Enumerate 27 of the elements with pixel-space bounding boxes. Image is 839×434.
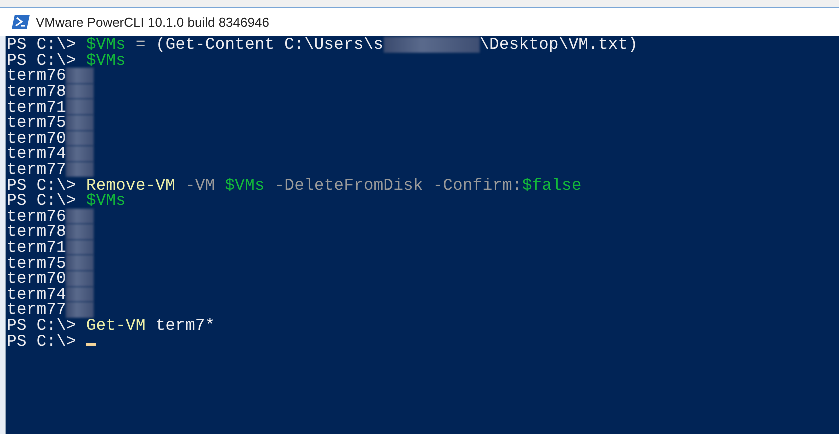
redacted-block — [66, 302, 94, 318]
parameter-text: -VM — [185, 176, 216, 195]
powershell-icon — [12, 15, 30, 29]
redacted-block — [66, 146, 94, 162]
variable-text: $VMs — [86, 191, 126, 210]
redacted-block — [66, 130, 94, 146]
variable-text: $false — [522, 176, 582, 195]
parameter-text: -DeleteFromDisk -Confirm: — [274, 176, 522, 195]
redacted-block — [66, 224, 94, 240]
window-title: VMware PowerCLI 10.1.0 build 8346946 — [36, 14, 270, 30]
cmdlet-text: Get-VM — [86, 316, 146, 335]
redacted-block — [66, 208, 94, 224]
redacted-block — [66, 255, 94, 271]
redacted-block — [66, 84, 94, 100]
redacted-block — [66, 114, 94, 131]
redacted-block — [66, 270, 94, 286]
command-text: (Get-Content C:\Users\s — [156, 36, 384, 54]
variable-text: $VMs — [225, 176, 265, 195]
command-text: term7* — [156, 316, 216, 335]
redacted-block — [66, 162, 94, 178]
command-text: \Desktop\VM.txt) — [480, 36, 638, 54]
redacted-block — [66, 240, 94, 256]
operator-text: = — [136, 36, 146, 54]
redacted-block — [66, 68, 94, 84]
redacted-block — [66, 286, 94, 302]
redacted-block — [66, 99, 94, 115]
text-cursor — [86, 342, 96, 346]
